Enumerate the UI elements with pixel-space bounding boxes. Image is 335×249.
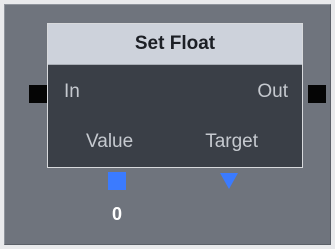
value-display[interactable]: 0 [109,204,125,225]
value-port-square-icon[interactable] [108,172,126,190]
node-title: Set Float [134,33,216,54]
in-port-label: In [64,81,80,102]
input-exec-connector[interactable] [29,85,47,103]
target-port-label: Target [205,131,258,152]
node-title-bar[interactable]: Set Float [48,24,302,65]
target-port-triangle-icon[interactable] [220,173,238,189]
value-port-label: Value [86,131,134,152]
set-float-node[interactable]: Set Float In Out Value Target [47,23,303,168]
graph-canvas[interactable]: Set Float In Out Value Target 0 [4,4,331,245]
output-exec-connector[interactable] [308,85,326,103]
out-port-label: Out [257,81,288,102]
